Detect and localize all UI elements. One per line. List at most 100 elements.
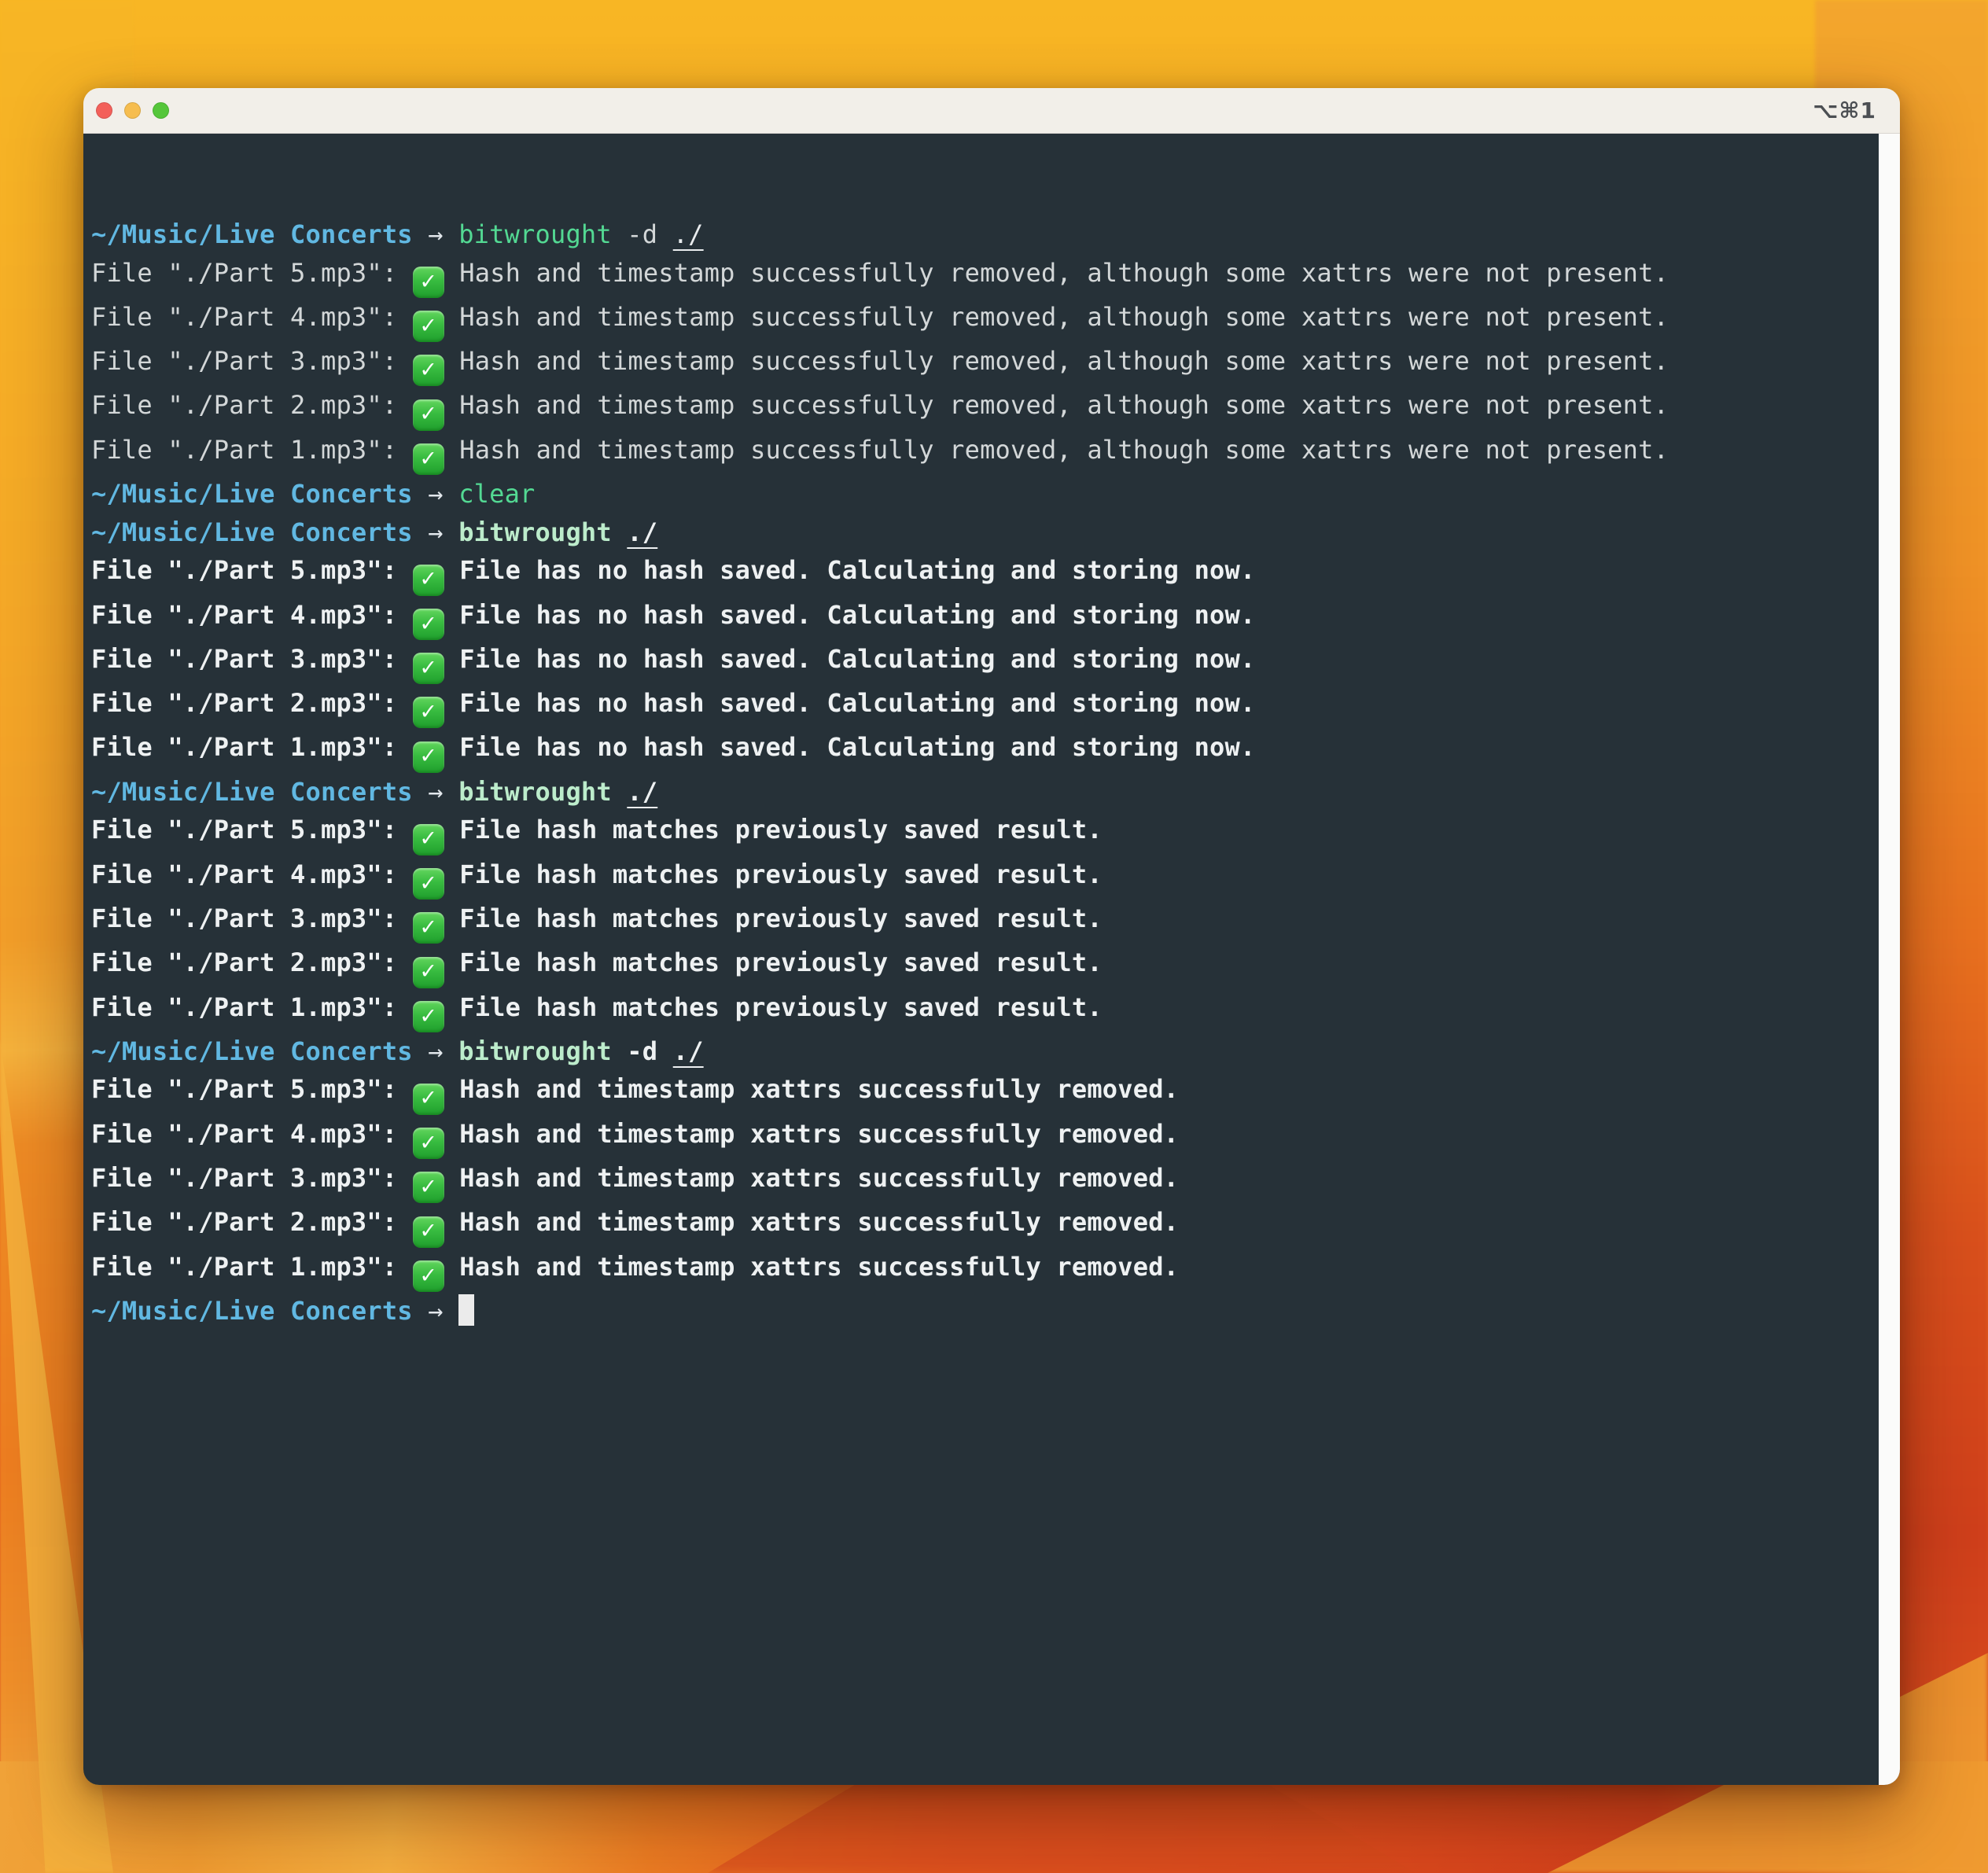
check-icon: ✓ [413, 1172, 444, 1203]
terminal-text-segment: → [413, 479, 458, 509]
check-icon: ✓ [413, 1128, 444, 1159]
terminal-text-segment: File hash matches previously saved resul… [444, 992, 1103, 1022]
terminal-line: File "./Part 2.mp3": ✓ Hash and timestam… [91, 386, 1874, 430]
terminal-text-segment: ~/Music/Live Concerts [91, 777, 413, 807]
check-icon: ✓ [413, 565, 444, 596]
terminal-text-segment: File "./Part 3.mp3": [91, 1163, 413, 1193]
terminal-text-segment: ~/Music/Live Concerts [91, 517, 413, 547]
check-icon: ✓ [413, 399, 444, 431]
terminal-text-segment: File "./Part 1.mp3": [91, 1252, 413, 1282]
terminal-line: File "./Part 4.mp3": ✓ Hash and timestam… [91, 1115, 1874, 1159]
terminal-line: File "./Part 3.mp3": ✓ Hash and timestam… [91, 342, 1874, 386]
terminal-line: File "./Part 1.mp3": ✓ File has no hash … [91, 728, 1874, 772]
terminal-window: ⌥⌘1 ~/Music/Live Concerts → bitwrought -… [83, 88, 1900, 1785]
terminal-text-segment: File hash matches previously saved resul… [444, 815, 1103, 845]
terminal-text-segment: Hash and timestamp xattrs successfully r… [444, 1252, 1179, 1282]
terminal-line: ~/Music/Live Concerts → bitwrought -d ./ [91, 1032, 1874, 1071]
terminal-text-segment: File "./Part 2.mp3": [91, 688, 413, 718]
terminal-line: File "./Part 5.mp3": ✓ File hash matches… [91, 811, 1874, 855]
terminal-text-segment: File "./Part 4.mp3": [91, 302, 413, 332]
terminal-text-segment: clear [458, 479, 535, 509]
terminal-text-segment: File "./Part 4.mp3": [91, 859, 413, 889]
terminal-text-segment: File "./Part 1.mp3": [91, 732, 413, 762]
terminal-text-segment: File "./Part 3.mp3": [91, 644, 413, 674]
terminal-line: File "./Part 2.mp3": ✓ File has no hash … [91, 684, 1874, 728]
check-icon: ✓ [413, 912, 444, 944]
check-icon: ✓ [413, 1260, 444, 1292]
terminal-text-segment: File has no hash saved. Calculating and … [444, 600, 1256, 630]
terminal-line: ~/Music/Live Concerts → bitwrought ./ [91, 513, 1874, 552]
terminal-text-segment: File has no hash saved. Calculating and … [444, 688, 1256, 718]
terminal-text-segment: Hash and timestamp successfully removed,… [444, 435, 1669, 465]
terminal-text-segment: ./ [673, 1036, 704, 1066]
terminal-text-segment: File "./Part 5.mp3": [91, 815, 413, 845]
terminal-line: File "./Part 3.mp3": ✓ File hash matches… [91, 900, 1874, 944]
window-shortcut-badge: ⌥⌘1 [1813, 88, 1876, 133]
check-icon: ✓ [413, 1084, 444, 1115]
terminal-line: File "./Part 5.mp3": ✓ Hash and timestam… [91, 1070, 1874, 1114]
terminal-text-segment [612, 777, 627, 807]
terminal-text-segment: bitwrought [458, 777, 612, 807]
terminal-text-segment: → [413, 1296, 458, 1326]
terminal-line: ~/Music/Live Concerts → bitwrought -d ./ [91, 215, 1874, 254]
terminal-line: File "./Part 3.mp3": ✓ File has no hash … [91, 640, 1874, 684]
terminal-content: ~/Music/Live Concerts → bitwrought -d ./… [83, 134, 1900, 1785]
terminal-text-segment: bitwrought [458, 219, 612, 249]
terminal-text-segment: ~/Music/Live Concerts [91, 219, 413, 249]
terminal-text-segment: File "./Part 2.mp3": [91, 1207, 413, 1237]
terminal-text-segment: ./ [627, 777, 657, 807]
terminal-text-segment: File "./Part 3.mp3": [91, 903, 413, 933]
terminal-text-segment: File hash matches previously saved resul… [444, 948, 1103, 977]
terminal-text-segment: Hash and timestamp xattrs successfully r… [444, 1119, 1179, 1149]
scrollbar-track[interactable] [1879, 134, 1900, 1785]
check-icon: ✓ [413, 1216, 444, 1248]
minimize-button[interactable] [124, 102, 141, 119]
terminal-text-segment: File "./Part 4.mp3": [91, 1119, 413, 1149]
terminal-text-segment: → [413, 1036, 458, 1066]
terminal-text-segment: Hash and timestamp xattrs successfully r… [444, 1207, 1179, 1237]
terminal-text-segment: -d [612, 1036, 673, 1066]
zoom-button[interactable] [153, 102, 169, 119]
check-icon: ✓ [413, 443, 444, 475]
terminal-text-segment: File "./Part 5.mp3": [91, 1074, 413, 1104]
terminal-text-segment: File "./Part 5.mp3": [91, 555, 413, 585]
terminal-text-segment: ./ [627, 517, 657, 547]
terminal-text-segment: ~/Music/Live Concerts [91, 479, 413, 509]
terminal-line: File "./Part 4.mp3": ✓ File has no hash … [91, 596, 1874, 640]
terminal-text-segment: File has no hash saved. Calculating and … [444, 555, 1256, 585]
terminal-text-segment: Hash and timestamp xattrs successfully r… [444, 1163, 1179, 1193]
terminal-text-segment: File hash matches previously saved resul… [444, 903, 1103, 933]
terminal-text-segment: Hash and timestamp successfully removed,… [444, 258, 1669, 288]
terminal-text-segment: File "./Part 2.mp3": [91, 390, 413, 420]
terminal-text-segment: bitwrought [458, 517, 612, 547]
terminal-text-segment: File "./Part 4.mp3": [91, 600, 413, 630]
terminal-line: File "./Part 3.mp3": ✓ Hash and timestam… [91, 1159, 1874, 1203]
check-icon: ✓ [413, 697, 444, 728]
terminal-line: File "./Part 1.mp3": ✓ Hash and timestam… [91, 431, 1874, 475]
terminal-text-segment: File has no hash saved. Calculating and … [444, 732, 1256, 762]
terminal-screen[interactable]: ~/Music/Live Concerts → bitwrought -d ./… [83, 134, 1879, 1785]
window-titlebar[interactable]: ⌥⌘1 [83, 88, 1900, 134]
terminal-text-segment: File "./Part 1.mp3": [91, 435, 413, 465]
terminal-line: ~/Music/Live Concerts → bitwrought ./ [91, 773, 1874, 811]
terminal-line: File "./Part 2.mp3": ✓ File hash matches… [91, 944, 1874, 988]
terminal-text-segment: ~/Music/Live Concerts [91, 1036, 413, 1066]
terminal-text-segment: → [413, 517, 458, 547]
terminal-text-segment: File "./Part 5.mp3": [91, 258, 413, 288]
terminal-line: File "./Part 1.mp3": ✓ Hash and timestam… [91, 1248, 1874, 1292]
terminal-text-segment: Hash and timestamp xattrs successfully r… [444, 1074, 1179, 1104]
terminal-text-segment: Hash and timestamp successfully removed,… [444, 302, 1669, 332]
check-icon: ✓ [413, 311, 444, 342]
check-icon: ✓ [413, 957, 444, 988]
close-button[interactable] [96, 102, 112, 119]
terminal-text-segment: → [413, 777, 458, 807]
traffic-lights [83, 102, 169, 119]
terminal-line: ~/Music/Live Concerts → [91, 1292, 1874, 1330]
check-icon: ✓ [413, 355, 444, 386]
terminal-line: File "./Part 2.mp3": ✓ Hash and timestam… [91, 1203, 1874, 1247]
terminal-text-segment: -d [612, 219, 673, 249]
check-icon: ✓ [413, 868, 444, 900]
terminal-text-segment: → [413, 219, 458, 249]
terminal-cursor [458, 1294, 474, 1326]
terminal-text-segment: File "./Part 2.mp3": [91, 948, 413, 977]
